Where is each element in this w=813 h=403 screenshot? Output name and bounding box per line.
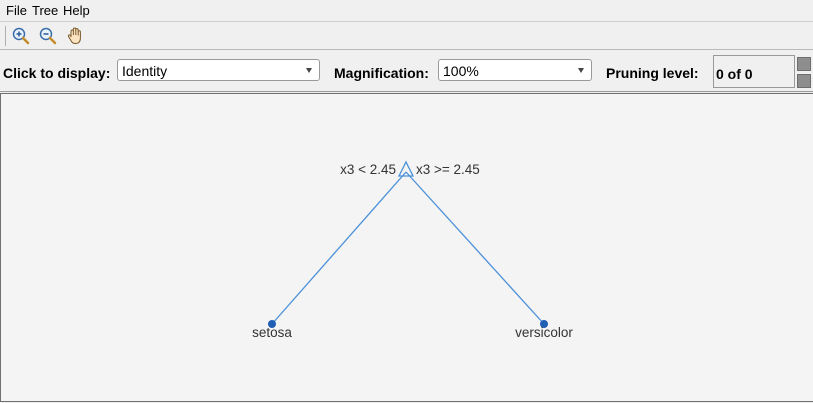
display-select[interactable]: Identity bbox=[117, 59, 320, 81]
chevron-down-icon bbox=[578, 68, 584, 73]
pruning-decrease-button[interactable] bbox=[797, 74, 811, 88]
tree-controls-bar: Click to display: Identity Magnification… bbox=[0, 51, 813, 92]
toolbar bbox=[0, 22, 813, 50]
leaf-left-label: setosa bbox=[252, 325, 292, 340]
magnification-select-value: 100% bbox=[443, 63, 479, 79]
root-left-rule-label: x3 < 2.45 bbox=[340, 162, 396, 177]
leaf-right-label: versicolor bbox=[515, 325, 573, 340]
pruning-level-value: 0 of 0 bbox=[716, 66, 753, 82]
tree-edge-right bbox=[405, 171, 545, 325]
tree-edge-left bbox=[271, 171, 407, 325]
pan-hand-icon[interactable] bbox=[65, 25, 87, 47]
magnification-select[interactable]: 100% bbox=[438, 59, 592, 81]
menu-file[interactable]: File bbox=[6, 3, 27, 18]
tree-diagram: x3 < 2.45 x3 >= 2.45 setosa versicolor bbox=[252, 160, 573, 340]
toolbar-separator bbox=[5, 26, 6, 46]
chevron-down-icon bbox=[306, 68, 312, 73]
tree-root-node[interactable] bbox=[397, 160, 415, 177]
display-label: Click to display: bbox=[3, 65, 111, 81]
pruning-increase-button[interactable] bbox=[797, 57, 811, 71]
menu-help[interactable]: Help bbox=[63, 3, 90, 18]
menu-tree[interactable]: Tree bbox=[32, 3, 58, 18]
magnification-label: Magnification: bbox=[334, 65, 429, 81]
menu-bar: File Tree Help bbox=[0, 0, 813, 22]
display-select-value: Identity bbox=[122, 63, 168, 79]
tree-canvas[interactable]: x3 < 2.45 x3 >= 2.45 setosa versicolor bbox=[0, 93, 813, 402]
zoom-in-icon[interactable] bbox=[10, 25, 32, 47]
root-right-rule-label: x3 >= 2.45 bbox=[416, 162, 480, 177]
pruning-level-field[interactable]: 0 of 0 bbox=[713, 55, 795, 88]
zoom-out-icon[interactable] bbox=[37, 25, 59, 47]
pruning-label: Pruning level: bbox=[606, 65, 699, 81]
